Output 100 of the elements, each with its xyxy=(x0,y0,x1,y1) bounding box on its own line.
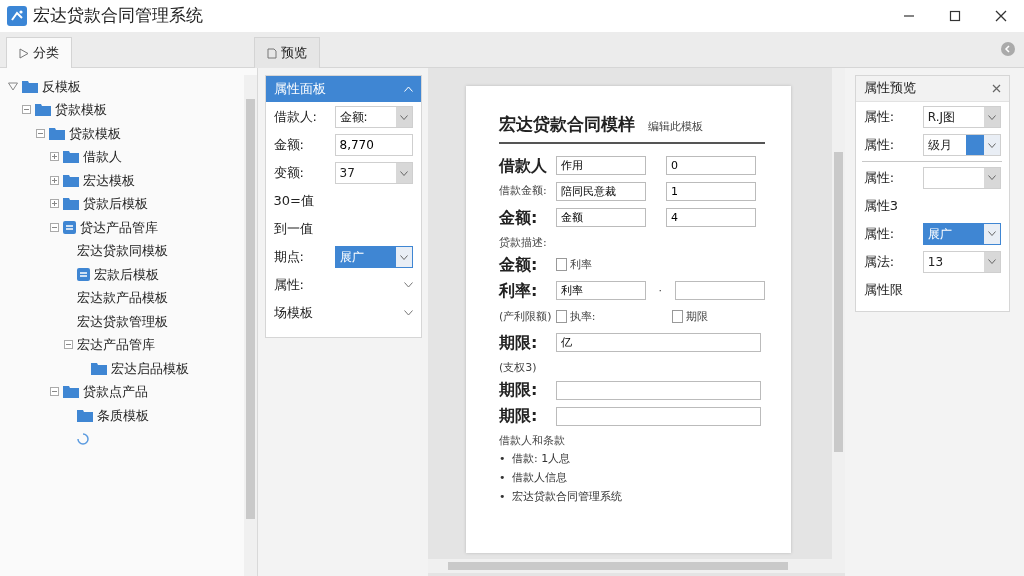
tree-item[interactable]: 借款人 xyxy=(83,147,122,167)
caret-icon xyxy=(987,142,996,148)
text-field[interactable]: 8,770 xyxy=(334,134,413,156)
dropdown[interactable]: 展广 xyxy=(922,222,1001,245)
text-field[interactable] xyxy=(555,406,761,426)
tree-item[interactable]: 贷达产品管库 xyxy=(80,217,158,237)
text-field[interactable]: 1 xyxy=(666,182,756,201)
tree-item[interactable]: 宏达贷款同模板 xyxy=(77,241,168,261)
dropdown[interactable]: 展广 xyxy=(334,246,413,268)
text-field[interactable]: 利率 xyxy=(555,281,646,301)
checkbox-label: 利率 xyxy=(569,257,592,272)
toggle-icon[interactable] xyxy=(50,387,59,397)
text-field[interactable] xyxy=(555,380,761,400)
dropdown[interactable]: 级月 xyxy=(922,134,1001,156)
app-logo-icon xyxy=(6,6,27,26)
scrollbar[interactable] xyxy=(832,68,845,559)
field-label: 金额: xyxy=(499,253,539,276)
tree-item[interactable]: 条质模板 xyxy=(97,405,149,425)
folder-icon xyxy=(22,79,38,93)
tree-item[interactable]: 贷款点产品 xyxy=(83,382,148,402)
dropdown[interactable]: 37 xyxy=(334,162,413,184)
scrollbar[interactable] xyxy=(244,74,257,576)
tab[interactable]: 分类 xyxy=(6,37,72,68)
tree-item[interactable]: 反模板 xyxy=(42,76,81,96)
tree-item[interactable]: 宏达贷款管理板 xyxy=(77,311,168,331)
field-label: 属性: xyxy=(863,136,895,155)
maximize-icon[interactable] xyxy=(949,10,961,22)
text-field[interactable] xyxy=(675,281,765,301)
panel-title: 属性预览 xyxy=(863,79,916,98)
note-text: 属性3 xyxy=(863,196,899,215)
field-label: (产利限额) xyxy=(499,308,549,325)
tree-item[interactable]: 宏达模板 xyxy=(83,170,135,190)
field-label: 期限: xyxy=(499,405,539,428)
caret-icon xyxy=(987,175,996,180)
field-label: 属性: xyxy=(273,276,304,295)
bullet-mark: • xyxy=(499,470,506,486)
chevron-icon[interactable] xyxy=(403,282,413,288)
folder-icon xyxy=(63,173,79,187)
folder-icon xyxy=(35,103,51,117)
checkbox-label: 期限 xyxy=(686,309,709,324)
folder-icon xyxy=(77,408,93,422)
text-field[interactable]: 4 xyxy=(666,208,756,227)
text-field[interactable]: 亿 xyxy=(555,333,761,353)
bullet-mark: • xyxy=(499,451,506,467)
field-label: 借款人 xyxy=(499,154,548,177)
text-field[interactable]: 0 xyxy=(666,156,756,175)
checkbox[interactable] xyxy=(555,310,567,324)
field-label: 属性: xyxy=(863,108,895,127)
note-text: 借款人和条款 xyxy=(499,434,566,449)
tree-item[interactable]: 宏达启品模板 xyxy=(111,358,189,378)
field-label: 期限: xyxy=(499,379,539,402)
caret-icon xyxy=(987,259,996,264)
folder-icon xyxy=(91,361,107,375)
tree-item[interactable]: 贷款后模板 xyxy=(83,194,148,214)
document-subtitle: 编辑此模板 xyxy=(648,119,703,135)
tree-item[interactable]: 贷款模板 xyxy=(69,123,121,143)
toggle-icon[interactable] xyxy=(22,105,31,115)
field-label: 变额: xyxy=(273,164,304,183)
text-field[interactable]: 陪同民意裁 xyxy=(555,182,646,201)
toggle-icon[interactable] xyxy=(36,128,45,138)
note-text: 贷款描述: xyxy=(499,235,548,250)
caret-icon xyxy=(399,170,408,176)
toggle-icon[interactable] xyxy=(64,340,73,350)
play-icon xyxy=(19,47,29,59)
toggle-icon[interactable] xyxy=(50,175,59,185)
toggle-icon[interactable] xyxy=(50,152,59,162)
dropdown[interactable]: 13 xyxy=(922,250,1001,273)
tree-item[interactable]: 宏款后模板 xyxy=(94,264,159,284)
field-label: 期限: xyxy=(499,331,539,354)
tree-item[interactable]: 贷款模板 xyxy=(55,100,107,120)
chevron-icon[interactable] xyxy=(403,310,413,316)
tree-item[interactable]: 宏达产品管库 xyxy=(77,335,155,355)
field-label: 金额: xyxy=(273,136,304,155)
caret-icon xyxy=(399,254,408,260)
note-text: 到一值 xyxy=(273,220,313,239)
list-item: 借款: 1人息 xyxy=(512,451,571,467)
folder-icon xyxy=(63,150,79,164)
tab[interactable]: 预览 xyxy=(254,37,320,68)
checkbox[interactable] xyxy=(555,258,567,272)
field-label: 属法: xyxy=(863,252,895,271)
folder-icon xyxy=(49,126,65,140)
dropdown[interactable]: R.J图 xyxy=(922,106,1001,128)
toggle-icon[interactable] xyxy=(50,222,59,232)
text-field[interactable]: 作用 xyxy=(555,156,646,175)
dropdown[interactable]: 金额: xyxy=(334,106,413,128)
caret-icon xyxy=(987,114,996,120)
note-text: 30=值 xyxy=(273,192,314,211)
folder-icon xyxy=(63,197,79,211)
text-field[interactable]: 金额 xyxy=(555,208,646,227)
toggle-icon[interactable] xyxy=(50,199,59,209)
app-icon xyxy=(77,267,90,281)
tree-item[interactable]: 宏达款产品模板 xyxy=(77,288,168,308)
checkbox[interactable] xyxy=(671,310,683,324)
circle-icon[interactable] xyxy=(1001,42,1015,56)
caret-icon xyxy=(987,231,996,236)
field-label: 借款金额: xyxy=(499,183,548,200)
panel-header[interactable]: 属性面板 xyxy=(265,75,421,102)
close-icon[interactable] xyxy=(995,10,1007,22)
toggle-icon[interactable] xyxy=(8,81,18,91)
window-title: 宏达贷款合同管理系统 xyxy=(33,4,203,28)
